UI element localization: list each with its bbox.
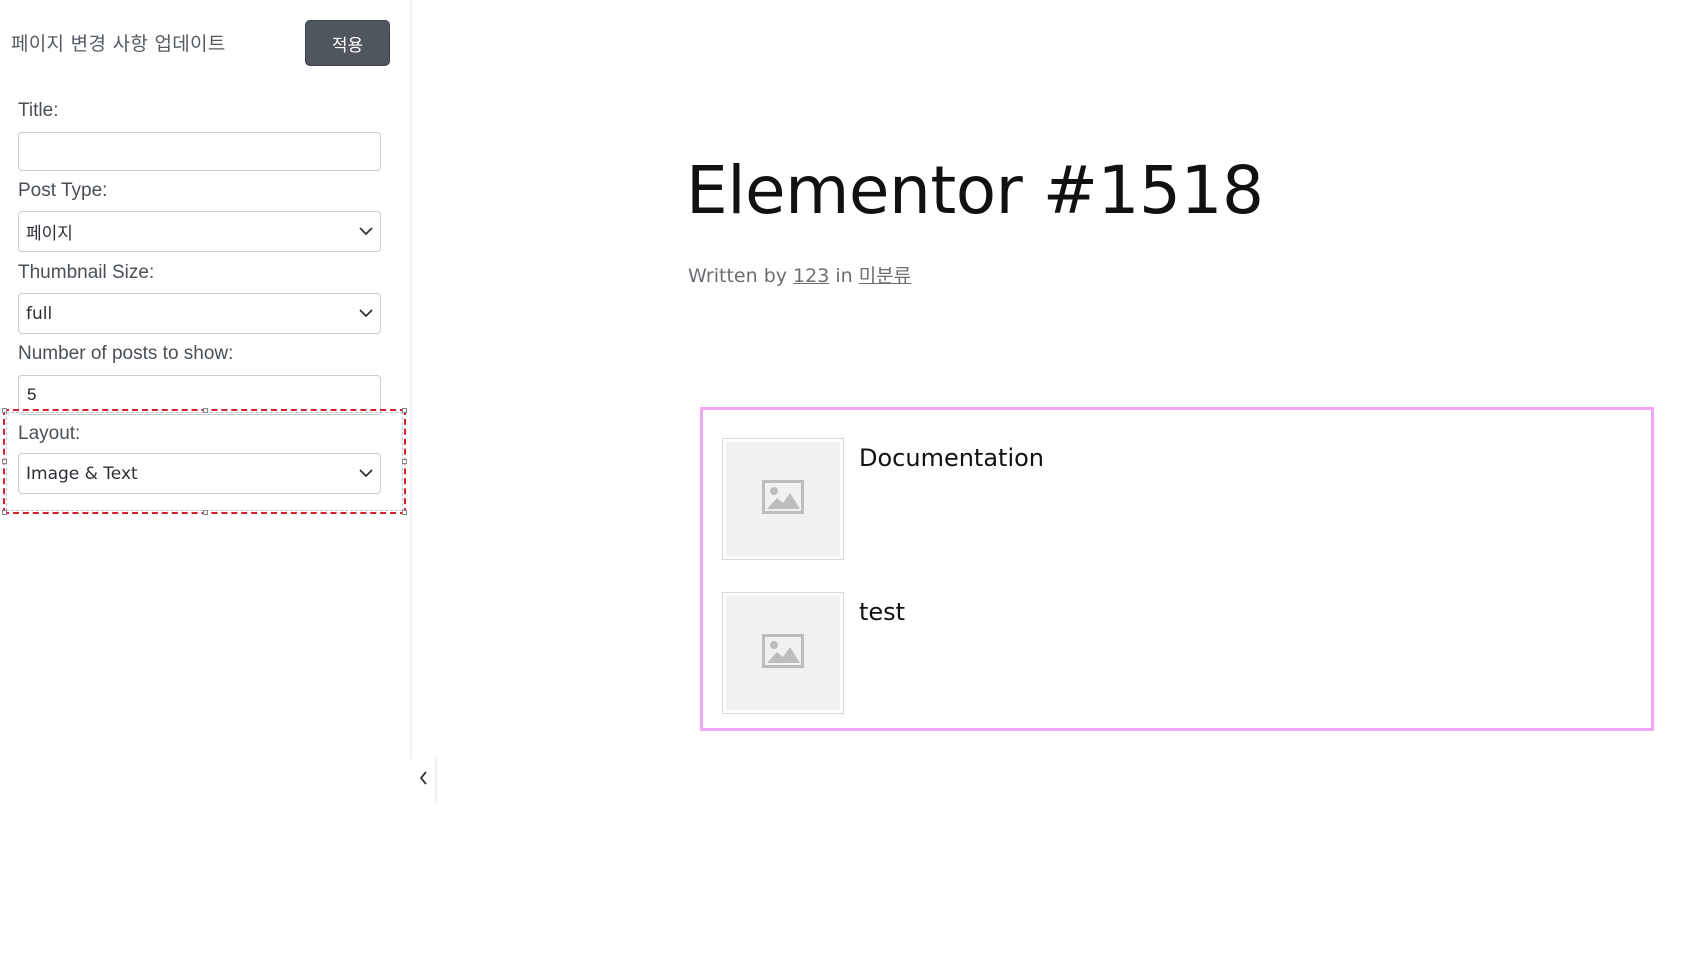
sidebar-collapse-button[interactable] bbox=[412, 757, 437, 803]
meta-in: in bbox=[829, 265, 859, 287]
resize-handle bbox=[402, 459, 407, 464]
app-root: 페이지 변경 사항 업데이트 적용 Title: Post Type: 페이지 … bbox=[0, 0, 1693, 970]
post-thumbnail[interactable] bbox=[722, 592, 844, 714]
thumbnail-size-label: Thumbnail Size: bbox=[18, 262, 155, 283]
chevron-left-icon bbox=[419, 770, 428, 790]
resize-handle bbox=[2, 459, 7, 464]
settings-sidebar: 페이지 변경 사항 업데이트 적용 Title: Post Type: 페이지 … bbox=[0, 0, 412, 759]
image-placeholder-icon bbox=[762, 479, 804, 519]
layout-select[interactable]: Image & Text bbox=[18, 453, 381, 494]
image-placeholder-icon bbox=[762, 633, 804, 673]
post-meta: Written by 123 in 미분류 bbox=[688, 261, 911, 288]
title-label: Title: bbox=[18, 100, 59, 121]
num-posts-label: Number of posts to show: bbox=[18, 343, 234, 364]
list-item[interactable]: Documentation bbox=[722, 438, 1622, 560]
chevron-down-icon bbox=[359, 225, 373, 239]
resize-handle bbox=[203, 408, 208, 413]
thumbnail-size-value: full bbox=[26, 303, 53, 324]
resize-handle bbox=[2, 510, 7, 515]
post-type-value: 페이지 bbox=[26, 224, 73, 244]
page-title: Elementor #1518 bbox=[686, 152, 1264, 229]
resize-handle bbox=[2, 408, 7, 413]
resize-handle bbox=[402, 510, 407, 515]
sidebar-header: 페이지 변경 사항 업데이트 적용 bbox=[11, 20, 391, 66]
thumbnail-size-select[interactable]: full bbox=[18, 293, 381, 334]
post-type-select[interactable]: 페이지 bbox=[18, 211, 381, 252]
layout-value: Image & Text bbox=[26, 463, 138, 484]
chevron-down-icon bbox=[359, 467, 373, 481]
resize-handle bbox=[203, 510, 208, 515]
sidebar-title: 페이지 변경 사항 업데이트 bbox=[11, 33, 226, 55]
author-link[interactable]: 123 bbox=[793, 265, 829, 287]
posts-widget: Documentation test bbox=[700, 407, 1654, 731]
title-input[interactable] bbox=[18, 132, 381, 171]
layout-label: Layout: bbox=[18, 423, 81, 444]
chevron-down-icon bbox=[359, 307, 373, 321]
category-link[interactable]: 미분류 bbox=[859, 265, 911, 287]
post-thumbnail[interactable] bbox=[722, 438, 844, 560]
post-type-label: Post Type: bbox=[18, 180, 108, 201]
post-title[interactable]: test bbox=[859, 598, 905, 626]
post-title[interactable]: Documentation bbox=[859, 444, 1044, 472]
meta-prefix: Written by bbox=[688, 265, 794, 287]
apply-button[interactable]: 적용 bbox=[305, 20, 390, 66]
resize-handle bbox=[402, 408, 407, 413]
list-item[interactable]: test bbox=[722, 592, 1622, 714]
